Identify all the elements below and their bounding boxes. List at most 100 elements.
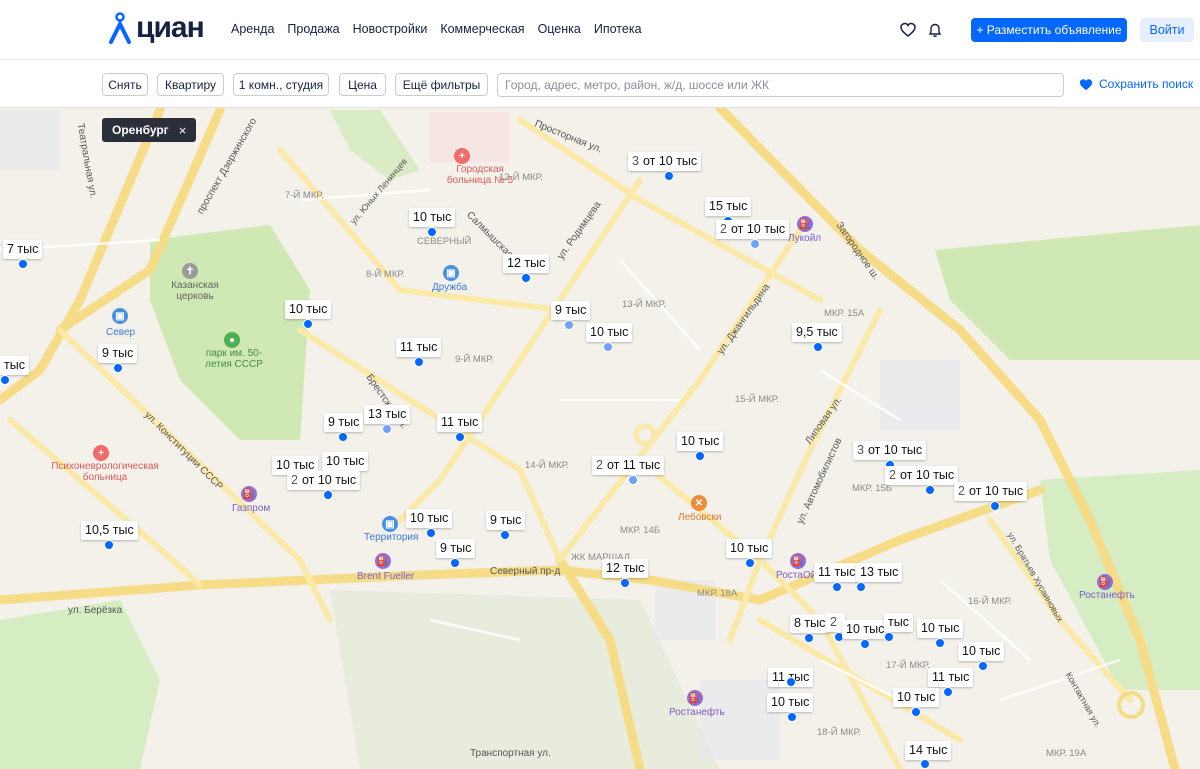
pin-price: тыс <box>888 615 909 629</box>
post-listing-button[interactable]: + Разместить объявление <box>971 18 1127 42</box>
pin-price-label: 10,5 тыс <box>81 521 138 540</box>
pin-marker-dot <box>990 501 1000 511</box>
pin-price: 10 тыс <box>846 622 885 636</box>
property-type-filter[interactable]: Квартиру <box>157 73 224 96</box>
pin-marker-dot <box>104 540 114 550</box>
pin-marker-dot <box>628 475 638 485</box>
nav-item-rent[interactable]: Аренда <box>231 22 274 36</box>
pin-marker-dot <box>455 432 465 442</box>
pin-marker-dot <box>911 707 921 717</box>
district-label: 16-Й МКР. <box>968 596 1012 607</box>
pin-price-label: 3 от 10 тыс <box>628 152 702 171</box>
pin-price: 10 тыс <box>326 454 365 468</box>
poi-label-lebowski: Лебовски <box>678 512 722 523</box>
pin-marker-dot <box>500 530 510 540</box>
restaurant-icon[interactable]: ✕ <box>691 495 707 511</box>
pin-price-label: 11 тыс <box>928 668 974 687</box>
pin-price: 11 тыс <box>932 670 970 684</box>
pin-marker-dot <box>745 558 755 568</box>
rooms-filter[interactable]: 1 комн., студия <box>233 73 329 96</box>
pin-price-label: 10 тыс <box>958 642 1005 661</box>
pin-price: от 10 тыс <box>899 468 955 482</box>
pin-price: 10 тыс <box>276 458 315 472</box>
price-filter[interactable]: Цена <box>339 73 386 96</box>
filter-bar: Снять Квартиру 1 комн., студия Цена Ещё … <box>0 60 1200 108</box>
region-chip-label: Оренбург <box>112 123 169 137</box>
church-icon[interactable]: ✝ <box>182 263 198 279</box>
shop-icon[interactable]: ▣ <box>443 265 459 281</box>
shop-icon[interactable]: ▣ <box>382 516 398 532</box>
pin-price-label: 10 тыс <box>406 509 453 528</box>
nav-item-commercial[interactable]: Коммерческая <box>440 22 524 36</box>
map-canvas[interactable]: Оренбург × 7-Й МКР. 12-Й МКР. СЕВЕРНЫЙ 8… <box>0 108 1200 769</box>
pin-price-label: 9 тыс <box>436 539 476 558</box>
pin-count: 2 <box>889 468 896 482</box>
region-chip-close-icon[interactable]: × <box>179 123 187 138</box>
pin-marker-dot <box>804 633 814 643</box>
heart-icon[interactable] <box>900 22 916 38</box>
pin-price: 13 тыс <box>860 565 899 579</box>
pin-price: тыс <box>4 358 25 372</box>
pin-price: 14 тыс <box>909 743 948 757</box>
district-label: 15-Й МКР. <box>735 394 779 405</box>
pin-count: 3 <box>857 443 864 457</box>
pin-price: 15 тыс <box>709 199 748 213</box>
login-button[interactable]: Войти <box>1140 18 1194 42</box>
region-chip[interactable]: Оренбург × <box>102 118 197 142</box>
pin-price: 10 тыс <box>897 690 936 704</box>
nav-item-sale[interactable]: Продажа <box>287 22 339 36</box>
poi-label-lukoil: Лукойл <box>788 233 822 244</box>
poi-label-brent: Brent Fueller <box>357 571 415 582</box>
pin-price-label: 10 тыс <box>586 323 633 342</box>
heart-filled-icon <box>1079 78 1093 90</box>
deal-type-filter[interactable]: Снять <box>102 73 148 96</box>
pin-marker-dot <box>303 319 313 329</box>
fuel-icon[interactable]: ⛽ <box>375 553 391 569</box>
hospital-icon[interactable]: + <box>93 445 109 461</box>
pin-marker-dot <box>813 342 823 352</box>
more-filters-button[interactable]: Ещё фильтры <box>395 73 488 96</box>
pin-marker-dot <box>787 712 797 722</box>
poi-label-rostneft-2: Ростанефть <box>669 707 725 718</box>
shop-icon[interactable]: ▣ <box>112 308 128 324</box>
pin-price-label: 2 от 10 тыс <box>716 220 790 239</box>
nav-item-valuation[interactable]: Оценка <box>538 22 581 36</box>
nav-item-new-buildings[interactable]: Новостройки <box>353 22 428 36</box>
district-label: МКР. 18А <box>697 588 738 599</box>
pin-price: от 10 тыс <box>968 484 1024 498</box>
fuel-icon[interactable]: ⛽ <box>241 486 257 502</box>
pin-price: 9 тыс <box>490 513 522 527</box>
pin-marker-dot <box>935 638 945 648</box>
pin-marker-dot <box>521 273 531 283</box>
pin-price: 10 тыс <box>413 210 452 224</box>
bell-icon[interactable] <box>927 22 943 38</box>
district-label: СЕВЕРНЫЙ <box>417 236 472 247</box>
fuel-icon[interactable]: ⛽ <box>790 553 806 569</box>
pin-price: от 10 тыс <box>301 473 357 487</box>
location-search-input[interactable] <box>497 73 1064 97</box>
pin-count: 2 <box>720 222 727 236</box>
pin-price-label: 9 тыс <box>98 344 138 363</box>
park-icon[interactable]: ● <box>224 332 240 348</box>
fuel-icon[interactable]: ⛽ <box>687 690 703 706</box>
fuel-icon[interactable]: ⛽ <box>1097 574 1113 590</box>
pin-price: 10,5 тыс <box>85 523 134 537</box>
pin-price-label: 10 тыс <box>285 300 332 319</box>
nav-item-mortgage[interactable]: Ипотека <box>594 22 642 36</box>
pin-price: 12 тыс <box>507 256 546 270</box>
pin-price: 8 тыс <box>794 616 826 630</box>
hospital-icon[interactable]: + <box>454 148 470 164</box>
pin-price-label: 3 от 10 тыс <box>853 441 927 460</box>
pin-price: 10 тыс <box>730 541 769 555</box>
pin-marker-dot <box>832 582 842 592</box>
pin-marker-dot <box>978 661 988 671</box>
pin-marker-dot <box>450 558 460 568</box>
pin-price-label: 10 тыс <box>409 208 456 227</box>
pin-price-label: 10 тыс <box>893 688 940 707</box>
pin-price-label: 13 тыс <box>364 405 411 424</box>
fuel-icon[interactable]: ⛽ <box>797 216 813 232</box>
cian-logo[interactable]: циан <box>108 10 208 46</box>
poi-label-church: Казанская церковь <box>171 280 219 302</box>
save-search-label: Сохранить поиск <box>1099 77 1194 91</box>
save-search-button[interactable]: Сохранить поиск <box>1079 77 1193 91</box>
